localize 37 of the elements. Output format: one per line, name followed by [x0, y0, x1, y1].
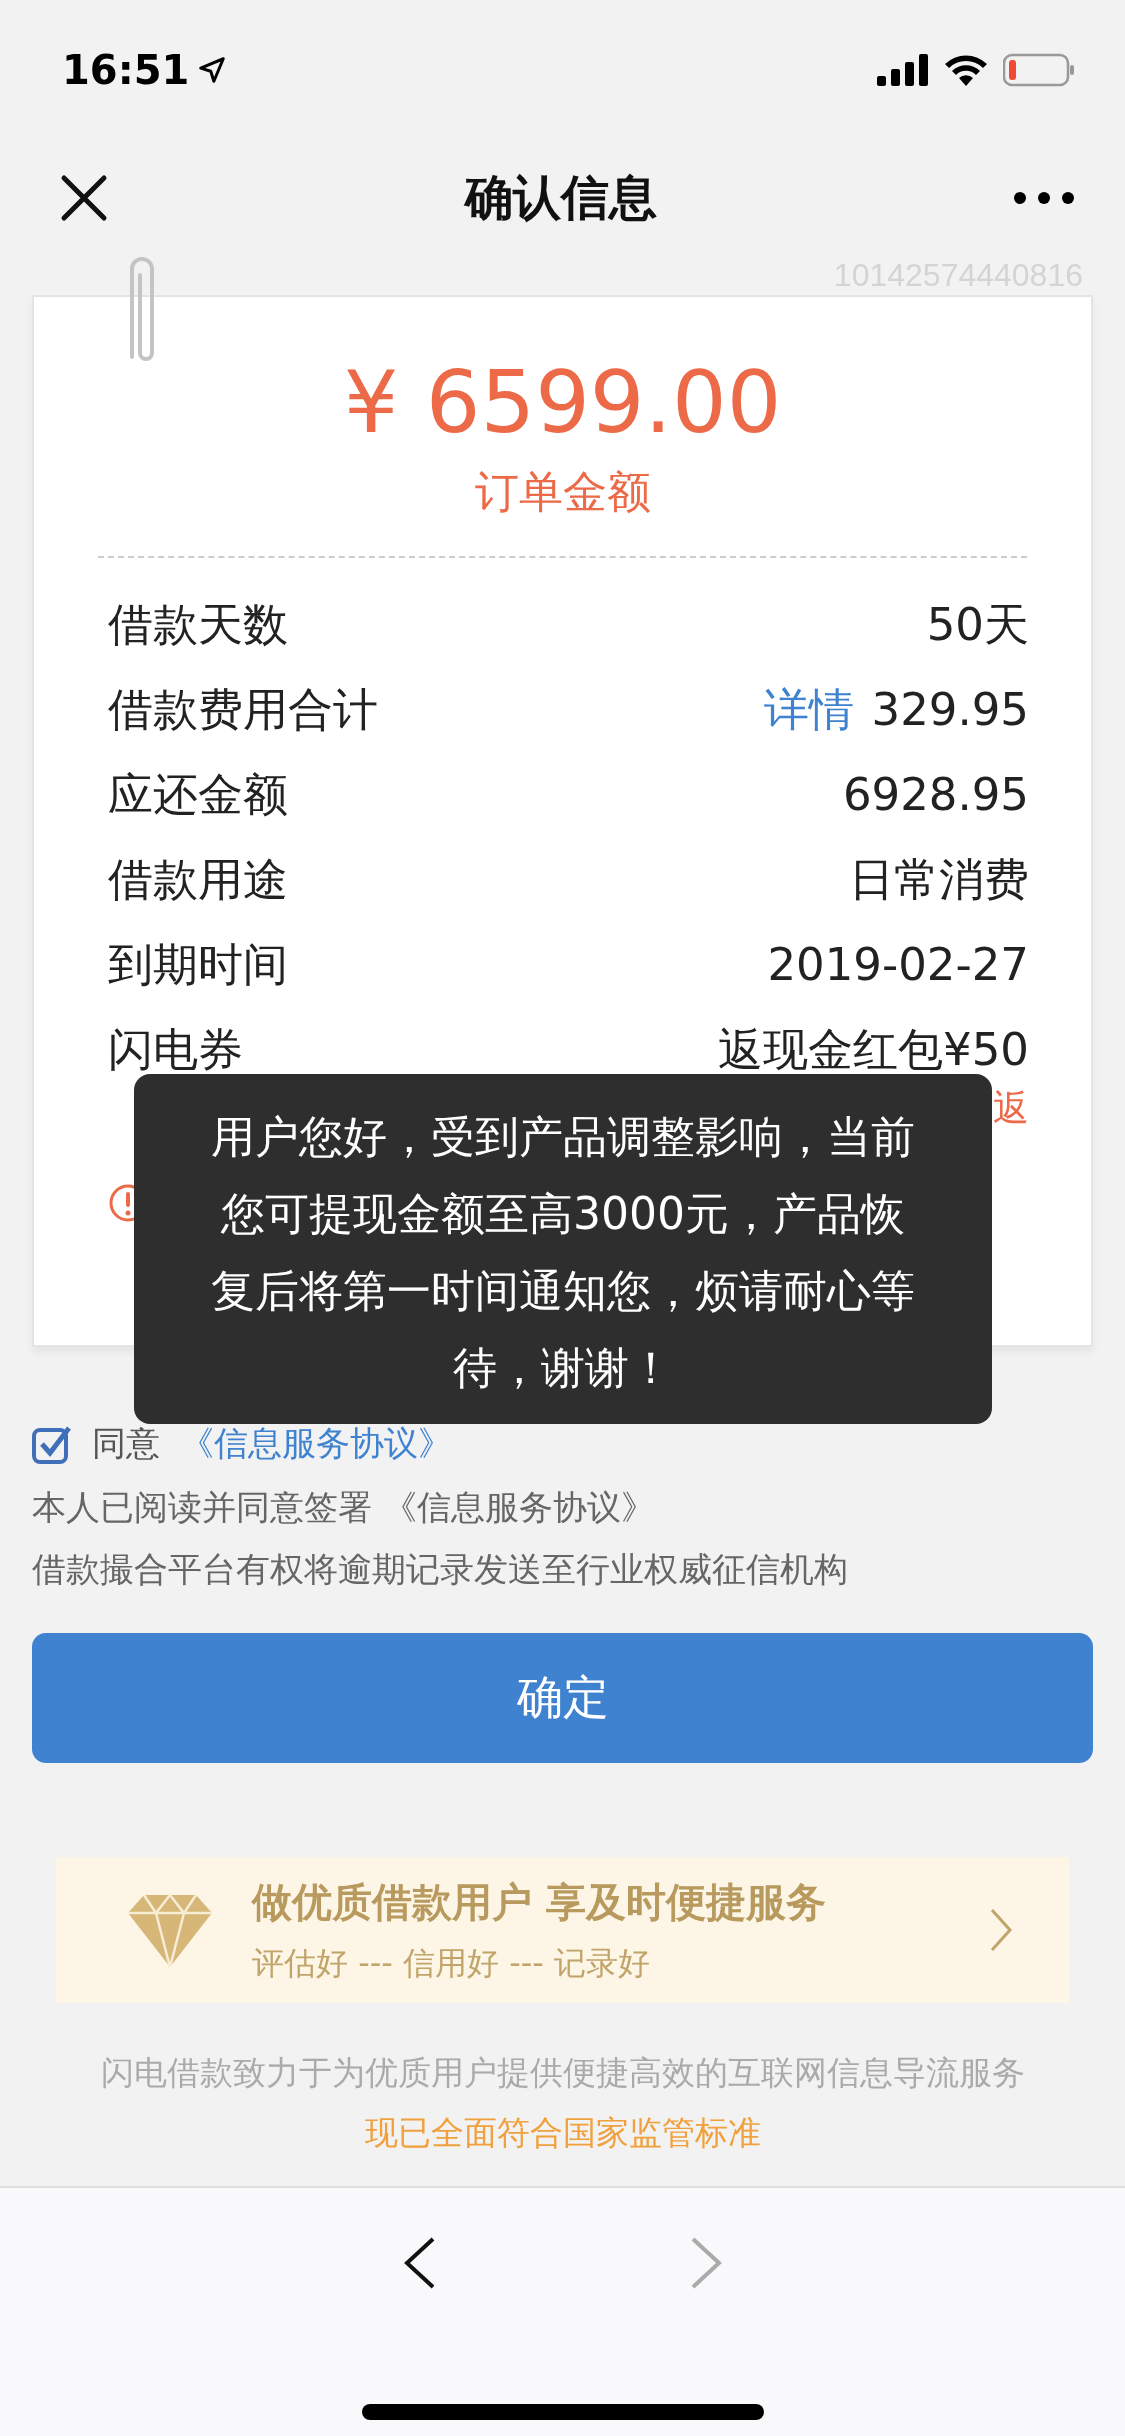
toast-message: 用户您好，受到产品调整影响，当前您可提现金额至高3000元，产品恢复后将第一时间通知您，烦请耐心等待，谢谢！ — [210, 1110, 916, 1395]
checkbox[interactable] — [32, 1424, 72, 1464]
agreement-text: 本人已阅读并同意签署 《信息服务协议》 — [32, 1486, 656, 1529]
diamond-icon — [128, 1893, 212, 1967]
footer-text: 闪电借款致力于为优质用户提供便捷高效的互联网信息导流服务 — [100, 2052, 1025, 2094]
order-amount: ¥ 6599.00 — [343, 351, 782, 454]
amount-label: 订单金额 — [474, 465, 651, 519]
back-icon[interactable] — [402, 2236, 437, 2290]
confirm-button[interactable]: 确定 — [32, 1633, 1093, 1763]
compliance-note: 现已全面符合国家监管标准 — [364, 2112, 761, 2154]
signal-icon — [877, 54, 929, 86]
agree-label: 同意 — [92, 1422, 160, 1465]
battery-icon — [1003, 53, 1075, 87]
location-arrow-icon — [197, 55, 228, 85]
agreement-link[interactable]: 《信息服务协议》 — [180, 1421, 452, 1467]
banner-title: 做优质借款用户 享及时便捷服务 — [252, 1877, 827, 1927]
row-value: 6928.95 — [842, 768, 1029, 821]
row-value: 2019-02-27 — [767, 938, 1029, 991]
row-value: 返现金红包¥50 — [718, 1021, 1029, 1078]
row-value: 50天 — [926, 596, 1029, 653]
page-title: 确认信息 — [464, 167, 657, 227]
row-value: 329.95 — [871, 683, 1029, 736]
more-icon[interactable] — [1013, 190, 1075, 205]
wifi-icon — [943, 53, 989, 87]
row-label: 闪电券 — [108, 1021, 243, 1078]
details-link[interactable]: 详情 — [763, 679, 854, 740]
row-label: 借款用途 — [108, 851, 288, 908]
banner-subtitle: 评估好 --- 信用好 --- 记录好 — [252, 1942, 651, 1984]
clock-time: 16:51 — [62, 47, 190, 93]
agreement-text: 借款撮合平台有权将逾期记录发送至行业权威征信机构 — [32, 1548, 849, 1591]
row-value: 日常消费 — [849, 851, 1029, 908]
row-label: 应还金额 — [108, 766, 288, 823]
coupon-note: 返 — [993, 1086, 1029, 1130]
close-icon[interactable] — [60, 173, 108, 222]
row-label: 到期时间 — [108, 936, 288, 993]
row-label: 借款天数 — [108, 596, 288, 653]
row-label: 借款费用合计 — [108, 681, 378, 738]
